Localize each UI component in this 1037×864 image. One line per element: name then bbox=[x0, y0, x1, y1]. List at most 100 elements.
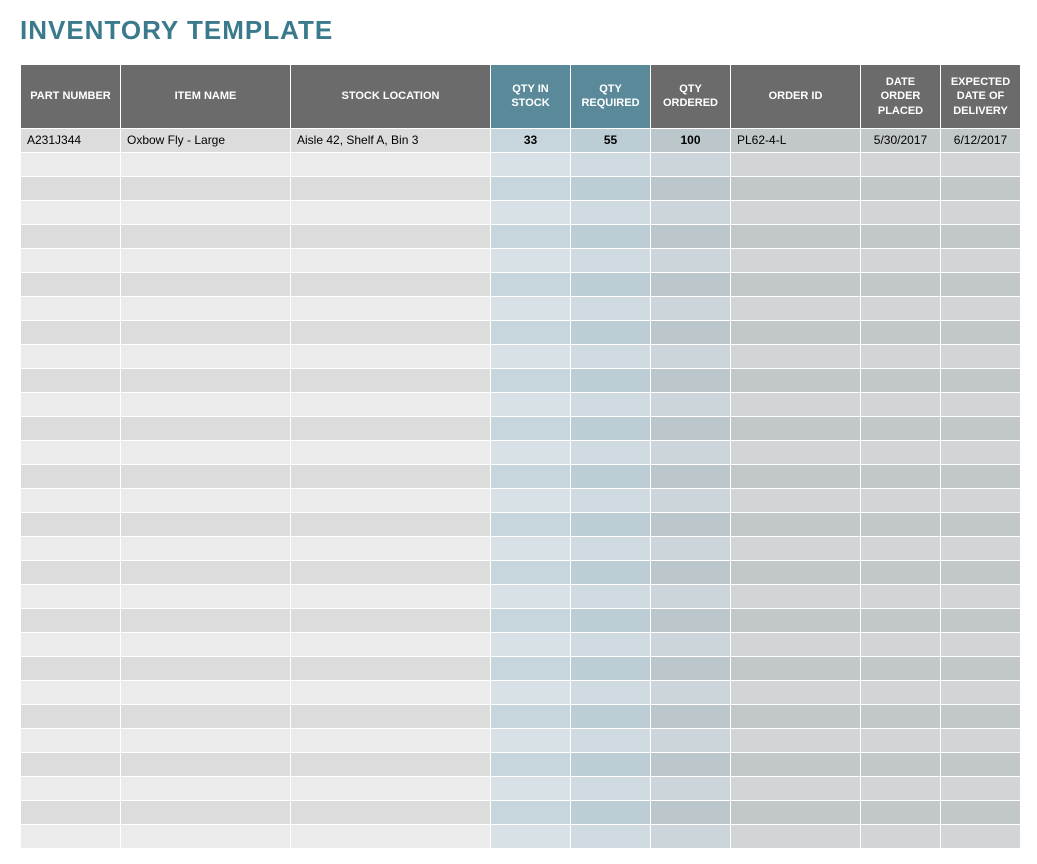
cell-qty-in-stock[interactable] bbox=[491, 680, 571, 704]
cell-date-order-placed[interactable] bbox=[861, 344, 941, 368]
table-row[interactable] bbox=[21, 560, 1021, 584]
cell-qty-ordered[interactable]: 100 bbox=[651, 128, 731, 152]
table-row[interactable] bbox=[21, 176, 1021, 200]
cell-qty-ordered[interactable] bbox=[651, 560, 731, 584]
cell-qty-in-stock[interactable] bbox=[491, 800, 571, 824]
cell-date-order-placed[interactable] bbox=[861, 440, 941, 464]
cell-stock-location[interactable] bbox=[291, 440, 491, 464]
cell-qty-in-stock[interactable] bbox=[491, 704, 571, 728]
cell-stock-location[interactable] bbox=[291, 632, 491, 656]
cell-stock-location[interactable] bbox=[291, 416, 491, 440]
cell-expected-delivery[interactable] bbox=[941, 800, 1021, 824]
cell-part-number[interactable] bbox=[21, 824, 121, 848]
cell-part-number[interactable] bbox=[21, 440, 121, 464]
cell-part-number[interactable] bbox=[21, 488, 121, 512]
cell-item-name[interactable] bbox=[121, 728, 291, 752]
cell-part-number[interactable] bbox=[21, 272, 121, 296]
cell-order-id[interactable] bbox=[731, 824, 861, 848]
cell-stock-location[interactable] bbox=[291, 488, 491, 512]
cell-item-name[interactable] bbox=[121, 536, 291, 560]
cell-qty-required[interactable] bbox=[571, 488, 651, 512]
cell-item-name[interactable] bbox=[121, 416, 291, 440]
cell-qty-ordered[interactable] bbox=[651, 440, 731, 464]
cell-item-name[interactable] bbox=[121, 632, 291, 656]
table-row[interactable] bbox=[21, 656, 1021, 680]
cell-stock-location[interactable] bbox=[291, 152, 491, 176]
cell-stock-location[interactable] bbox=[291, 176, 491, 200]
cell-expected-delivery[interactable] bbox=[941, 344, 1021, 368]
cell-qty-ordered[interactable] bbox=[651, 728, 731, 752]
cell-part-number[interactable] bbox=[21, 560, 121, 584]
cell-stock-location[interactable] bbox=[291, 752, 491, 776]
cell-qty-required[interactable] bbox=[571, 704, 651, 728]
cell-expected-delivery[interactable] bbox=[941, 608, 1021, 632]
cell-item-name[interactable] bbox=[121, 752, 291, 776]
cell-qty-ordered[interactable] bbox=[651, 344, 731, 368]
cell-expected-delivery[interactable] bbox=[941, 776, 1021, 800]
cell-stock-location[interactable] bbox=[291, 464, 491, 488]
cell-order-id[interactable] bbox=[731, 752, 861, 776]
cell-date-order-placed[interactable]: 5/30/2017 bbox=[861, 128, 941, 152]
cell-qty-required[interactable] bbox=[571, 320, 651, 344]
cell-qty-ordered[interactable] bbox=[651, 320, 731, 344]
cell-item-name[interactable]: Oxbow Fly - Large bbox=[121, 128, 291, 152]
cell-qty-in-stock[interactable] bbox=[491, 560, 571, 584]
cell-expected-delivery[interactable] bbox=[941, 632, 1021, 656]
cell-item-name[interactable] bbox=[121, 152, 291, 176]
cell-order-id[interactable] bbox=[731, 224, 861, 248]
cell-qty-ordered[interactable] bbox=[651, 584, 731, 608]
cell-order-id[interactable] bbox=[731, 320, 861, 344]
cell-item-name[interactable] bbox=[121, 704, 291, 728]
cell-qty-in-stock[interactable] bbox=[491, 416, 571, 440]
cell-qty-in-stock[interactable] bbox=[491, 176, 571, 200]
cell-expected-delivery[interactable] bbox=[941, 440, 1021, 464]
cell-order-id[interactable] bbox=[731, 536, 861, 560]
cell-stock-location[interactable] bbox=[291, 584, 491, 608]
table-row[interactable] bbox=[21, 512, 1021, 536]
cell-qty-required[interactable] bbox=[571, 344, 651, 368]
cell-qty-in-stock[interactable] bbox=[491, 344, 571, 368]
cell-date-order-placed[interactable] bbox=[861, 224, 941, 248]
cell-part-number[interactable] bbox=[21, 464, 121, 488]
cell-qty-ordered[interactable] bbox=[651, 536, 731, 560]
cell-stock-location[interactable] bbox=[291, 680, 491, 704]
cell-part-number[interactable] bbox=[21, 368, 121, 392]
cell-date-order-placed[interactable] bbox=[861, 704, 941, 728]
cell-stock-location[interactable] bbox=[291, 512, 491, 536]
cell-qty-in-stock[interactable] bbox=[491, 296, 571, 320]
cell-qty-required[interactable] bbox=[571, 512, 651, 536]
cell-qty-ordered[interactable] bbox=[651, 176, 731, 200]
cell-qty-in-stock[interactable] bbox=[491, 656, 571, 680]
cell-order-id[interactable] bbox=[731, 368, 861, 392]
cell-qty-in-stock[interactable] bbox=[491, 224, 571, 248]
cell-expected-delivery[interactable] bbox=[941, 296, 1021, 320]
cell-stock-location[interactable] bbox=[291, 368, 491, 392]
cell-qty-required[interactable] bbox=[571, 776, 651, 800]
cell-order-id[interactable] bbox=[731, 488, 861, 512]
cell-date-order-placed[interactable] bbox=[861, 608, 941, 632]
cell-qty-in-stock[interactable] bbox=[491, 392, 571, 416]
table-row[interactable] bbox=[21, 752, 1021, 776]
cell-order-id[interactable] bbox=[731, 800, 861, 824]
table-row[interactable] bbox=[21, 296, 1021, 320]
cell-item-name[interactable] bbox=[121, 176, 291, 200]
table-row[interactable] bbox=[21, 704, 1021, 728]
cell-part-number[interactable] bbox=[21, 680, 121, 704]
cell-qty-ordered[interactable] bbox=[651, 416, 731, 440]
table-row[interactable] bbox=[21, 584, 1021, 608]
cell-expected-delivery[interactable] bbox=[941, 752, 1021, 776]
cell-qty-ordered[interactable] bbox=[651, 392, 731, 416]
cell-qty-required[interactable] bbox=[571, 584, 651, 608]
cell-qty-required[interactable] bbox=[571, 680, 651, 704]
cell-order-id[interactable] bbox=[731, 392, 861, 416]
cell-expected-delivery[interactable] bbox=[941, 584, 1021, 608]
cell-order-id[interactable]: PL62-4-L bbox=[731, 128, 861, 152]
cell-expected-delivery[interactable] bbox=[941, 704, 1021, 728]
cell-expected-delivery[interactable] bbox=[941, 536, 1021, 560]
cell-item-name[interactable] bbox=[121, 584, 291, 608]
cell-part-number[interactable] bbox=[21, 704, 121, 728]
cell-date-order-placed[interactable] bbox=[861, 632, 941, 656]
cell-qty-in-stock[interactable] bbox=[491, 320, 571, 344]
cell-stock-location[interactable] bbox=[291, 272, 491, 296]
cell-qty-ordered[interactable] bbox=[651, 704, 731, 728]
